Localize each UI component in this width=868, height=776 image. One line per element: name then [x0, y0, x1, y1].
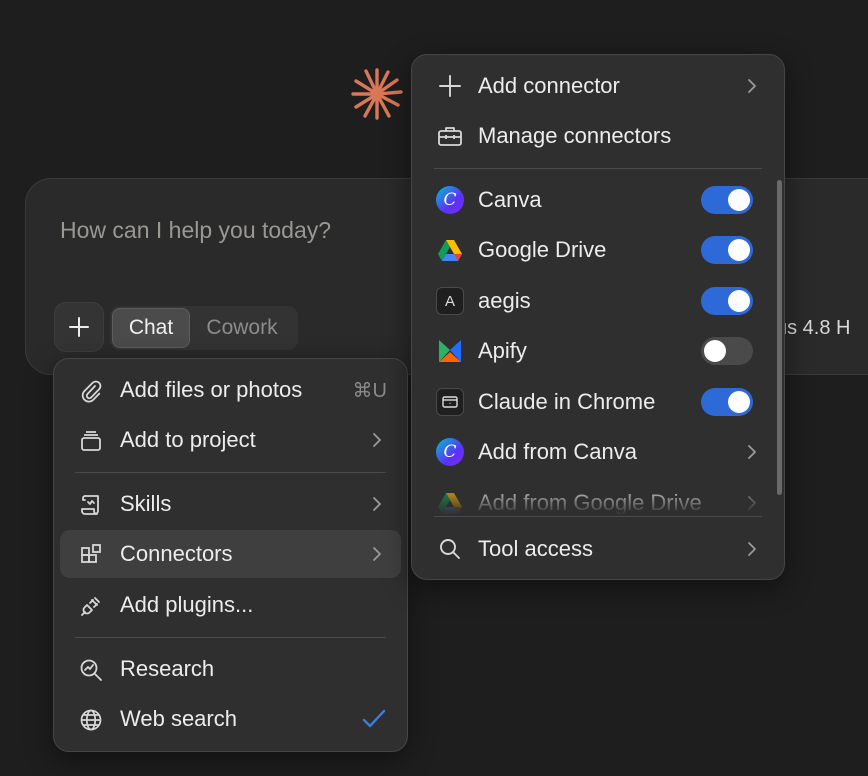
menu-item-research[interactable]: Research [60, 645, 401, 693]
connector-label: Google Drive [478, 237, 607, 262]
toggle-knob [728, 391, 750, 413]
connector-row-google-drive[interactable]: Google Drive [418, 226, 778, 274]
search-icon [440, 539, 460, 559]
scroll-fade [412, 495, 774, 515]
plus-icon [439, 75, 461, 97]
menu-item-label: Add files or photos [120, 377, 303, 402]
menu-item-label: Add to project [120, 427, 256, 452]
connector-row-aegis[interactable]: A aegis [418, 277, 778, 325]
google-drive-icon [438, 240, 462, 261]
scroll-icon [81, 495, 99, 515]
attach-plus-button[interactable] [54, 302, 104, 352]
attach-menu: Add files or photos ⌘U Add to project Sk… [53, 358, 408, 752]
menu-item-label: Add connector [478, 73, 620, 98]
shortcut-hint: ⌘U [352, 379, 387, 402]
menu-divider [75, 637, 386, 638]
chevron-right-icon [373, 547, 381, 561]
chevron-right-icon [748, 445, 756, 459]
connector-toggle[interactable] [701, 388, 753, 416]
chevron-right-icon [373, 497, 381, 511]
connectors-menu: Add connector Manage connectors C Canva … [411, 54, 785, 580]
chevron-right-icon [748, 79, 756, 93]
menu-item-connectors[interactable]: Connectors [60, 530, 401, 578]
apify-icon [439, 340, 461, 362]
checkmark-icon [362, 709, 386, 728]
menu-item-label: Connectors [120, 541, 233, 566]
menu-item-label: Skills [120, 491, 172, 516]
aegis-icon: A [436, 287, 464, 315]
menu-divider [434, 516, 762, 517]
menu-item-label: Tool access [478, 536, 593, 561]
toolbox-icon [438, 127, 462, 146]
connector-label: Apify [478, 338, 527, 363]
mode-switch: Chat Cowork [110, 306, 298, 350]
prompt-input[interactable]: How can I help you today? [60, 217, 331, 244]
mode-tab-cowork[interactable]: Cowork [190, 308, 294, 348]
connectors-grid-icon [81, 544, 101, 563]
canva-icon: C [436, 438, 464, 466]
menu-item-web-search[interactable]: Web search [60, 695, 401, 743]
menu-item-label: Manage connectors [478, 123, 672, 148]
menu-item-label: Add from Canva [478, 439, 637, 464]
menu-divider [75, 472, 386, 473]
connector-toggle[interactable] [701, 337, 753, 365]
menu-item-skills[interactable]: Skills [60, 480, 401, 528]
connector-toggle[interactable] [701, 186, 753, 214]
claude-logo-icon [351, 68, 403, 120]
connector-label: aegis [478, 288, 531, 313]
connector-label: Canva [478, 187, 542, 212]
menu-item-tool-access[interactable]: Tool access [418, 525, 778, 573]
menu-divider [434, 168, 762, 169]
toggle-knob [728, 239, 750, 261]
mode-tab-chat[interactable]: Chat [112, 308, 190, 348]
menu-item-add-to-project[interactable]: Add to project [60, 416, 401, 464]
toggle-knob [704, 340, 726, 362]
project-box-icon [81, 431, 101, 451]
menu-item-add-files[interactable]: Add files or photos ⌘U [60, 366, 401, 414]
plus-icon [69, 317, 89, 337]
globe-icon [80, 709, 102, 731]
connector-toggle[interactable] [701, 236, 753, 264]
connector-row-apify[interactable]: Apify [418, 327, 778, 375]
scrollbar[interactable] [777, 180, 782, 495]
menu-item-add-plugins[interactable]: Add plugins... [60, 581, 401, 629]
canva-icon: C [436, 186, 464, 214]
connector-label: Claude in Chrome [478, 389, 656, 414]
paperclip-icon [81, 380, 102, 403]
research-icon [80, 659, 102, 681]
plug-icon [81, 597, 100, 616]
scrollbar-thumb[interactable] [777, 180, 782, 495]
toggle-knob [728, 290, 750, 312]
menu-item-label: Web search [120, 706, 237, 731]
connector-row-canva[interactable]: C Canva [418, 176, 778, 224]
chevron-right-icon [748, 542, 756, 556]
toggle-knob [728, 189, 750, 211]
connector-toggle[interactable] [701, 287, 753, 315]
connector-row-claude-in-chrome[interactable]: Claude in Chrome [418, 378, 778, 426]
menu-item-manage-connectors[interactable]: Manage connectors [418, 112, 778, 160]
menu-item-label: Research [120, 656, 215, 681]
menu-item-add-from-canva[interactable]: C Add from Canva [418, 428, 778, 476]
menu-item-label: Add plugins... [120, 592, 254, 617]
chrome-extension-icon [436, 388, 464, 416]
model-selector[interactable]: us 4.8 H [776, 317, 850, 340]
chevron-right-icon [373, 433, 381, 447]
menu-item-add-connector[interactable]: Add connector [418, 62, 778, 110]
